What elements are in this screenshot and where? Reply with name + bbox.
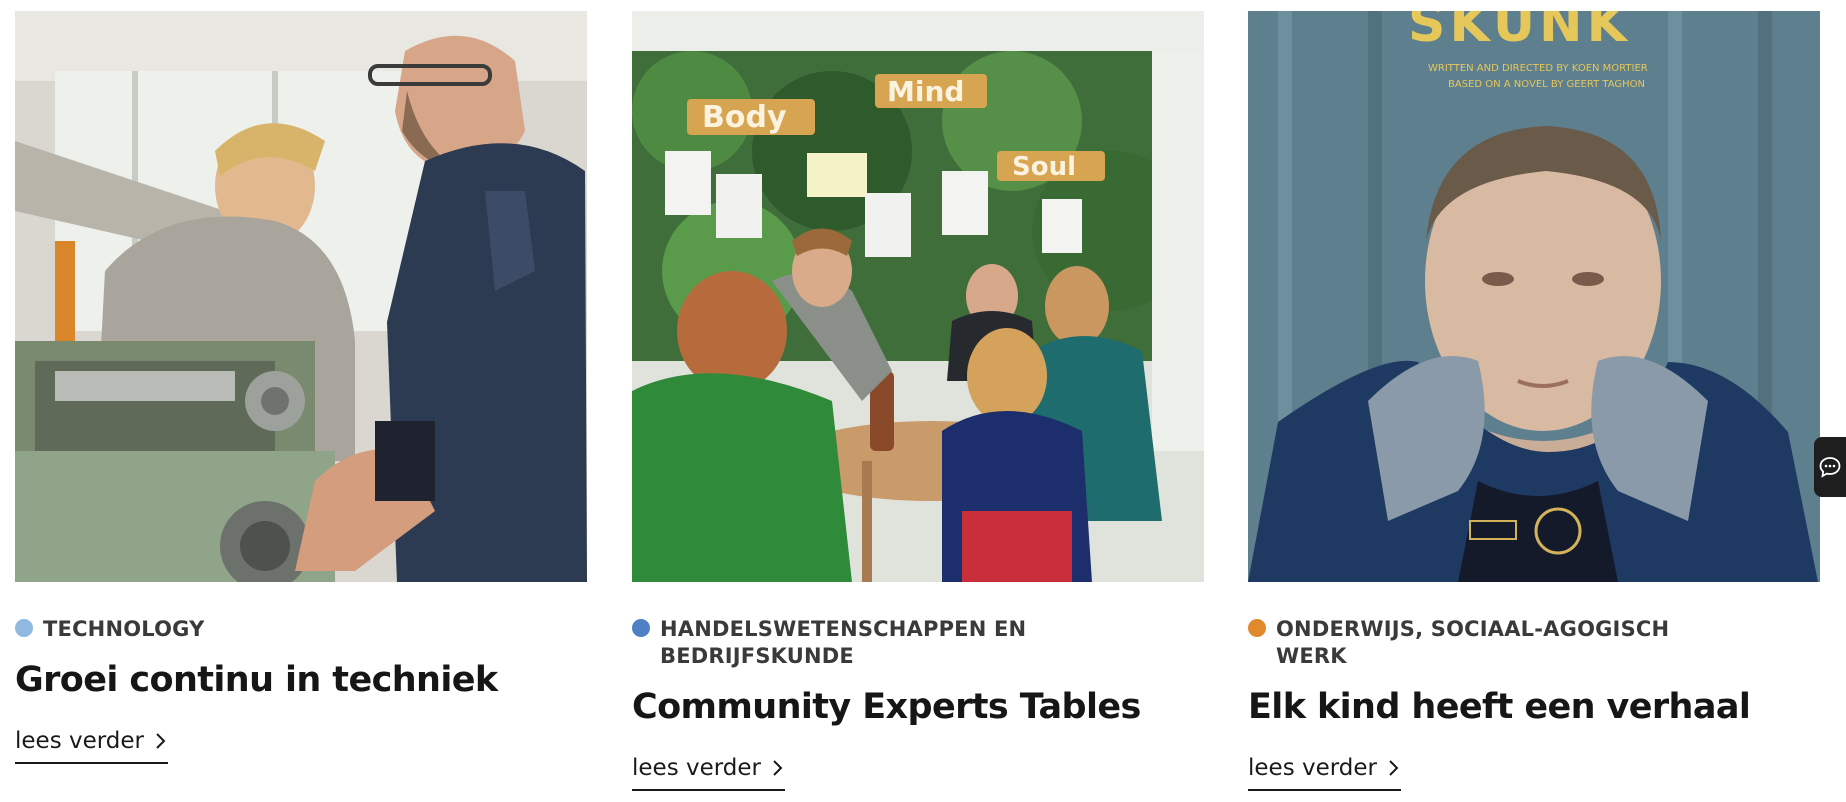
article-title[interactable]: Community Experts Tables [632,686,1204,728]
card-image-technology[interactable] [15,11,587,582]
chat-widget-button[interactable] [1814,437,1846,497]
read-more-link[interactable]: lees verder [632,755,786,791]
article-card-technology: TECHNOLOGY Groei continu in techniek lee… [15,11,587,764]
card-image-education[interactable]: SKUNK WRITTEN AND DIRECTED BY KOEN MORTI… [1248,11,1820,582]
category-business[interactable]: HANDELSWETENSCHAPPEN EN BEDRIJFSKUNDE [632,616,1204,670]
chevron-right-icon [156,733,166,749]
read-more-link[interactable]: lees verder [15,728,169,764]
sign-mind: Mind [887,75,964,108]
category-education[interactable]: ONDERWIJS, SOCIAAL-AGOGISCH WERK [1248,616,1820,670]
category-dot [632,619,650,637]
category-label: ONDERWIJS, SOCIAAL-AGOGISCH WERK [1276,617,1670,668]
category-dot [1248,619,1266,637]
chat-bubble-icon [1819,457,1841,478]
chevron-right-icon [773,760,783,776]
category-label: TECHNOLOGY [43,617,205,641]
poster-credits-2: BASED ON A NOVEL BY GEERT TAGHON [1448,79,1645,90]
poster-title: SKUNK [1408,11,1631,54]
sign-body: Body [702,100,787,135]
category-label: HANDELSWETENSCHAPPEN EN BEDRIJFSKUNDE [660,617,1027,668]
read-more-label: lees verder [1248,755,1378,781]
chevron-right-icon [1389,760,1399,776]
read-more-label: lees verder [632,755,762,781]
article-card-education: SKUNK WRITTEN AND DIRECTED BY KOEN MORTI… [1248,11,1820,791]
article-title[interactable]: Groei continu in techniek [15,659,587,701]
article-card-grid: TECHNOLOGY Groei continu in techniek lee… [0,0,1846,802]
article-title[interactable]: Elk kind heeft een verhaal [1248,686,1820,728]
card-image-business[interactable]: Body Mind Soul [632,11,1204,582]
poster-credits-1: WRITTEN AND DIRECTED BY KOEN MORTIER [1428,63,1648,74]
read-more-label: lees verder [15,728,145,754]
sign-soul: Soul [1012,152,1076,182]
read-more-link[interactable]: lees verder [1248,755,1402,791]
article-card-business: Body Mind Soul HANDELSWETENSCHAPPEN EN B… [632,11,1204,791]
category-dot [15,619,33,637]
category-technology[interactable]: TECHNOLOGY [15,616,587,643]
